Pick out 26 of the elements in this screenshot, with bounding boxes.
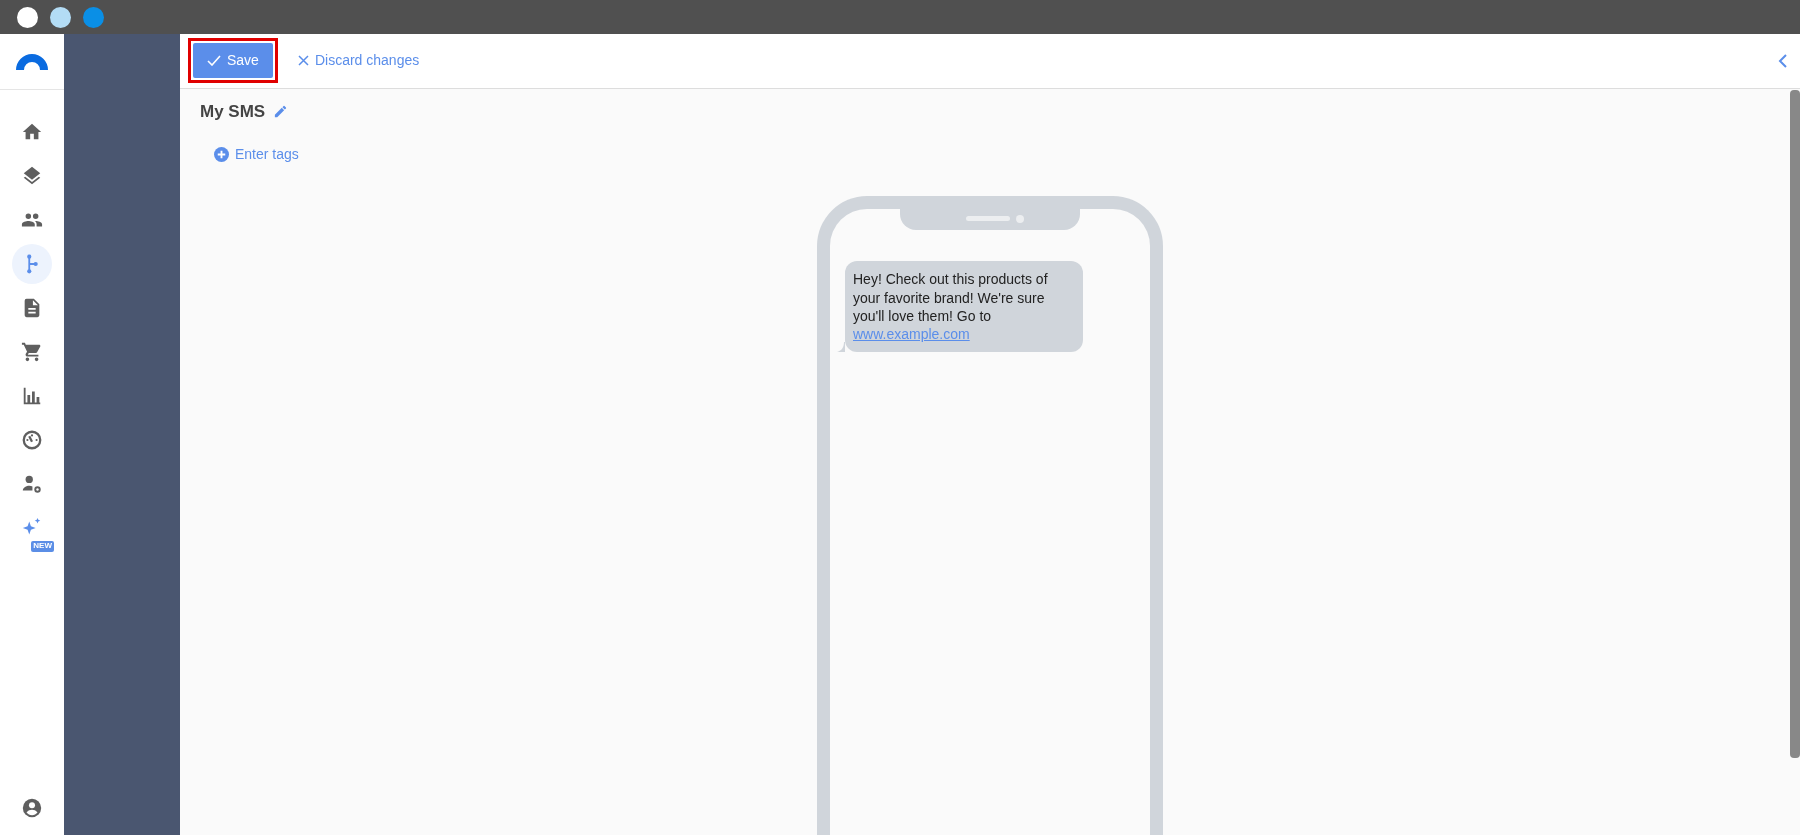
user-settings-icon <box>21 473 43 495</box>
check-icon <box>207 55 221 67</box>
pencil-icon[interactable] <box>273 104 289 120</box>
layers-icon <box>21 165 43 187</box>
window-control-dot[interactable] <box>50 6 71 28</box>
nav-item[interactable] <box>12 244 52 284</box>
window-control-dot[interactable] <box>17 6 38 28</box>
logo[interactable] <box>16 53 48 70</box>
new-badge: NEW <box>31 541 54 552</box>
cart-icon <box>21 341 43 363</box>
speaker-icon <box>966 215 1026 224</box>
message-title: My SMS <box>200 100 266 123</box>
collapse-chevron-icon[interactable] <box>1778 53 1788 68</box>
account-icon[interactable] <box>21 796 43 819</box>
bubble-tail <box>837 342 845 353</box>
close-icon <box>297 55 309 67</box>
save-button[interactable]: Save <box>193 43 273 79</box>
message-link[interactable]: www.example.com <box>853 325 970 342</box>
chart-icon <box>21 385 43 407</box>
enter-tags-link[interactable]: Enter tags <box>210 140 303 170</box>
plus-circle-icon <box>214 147 229 163</box>
window-control-dot[interactable] <box>83 6 104 28</box>
scrollbar[interactable] <box>1790 90 1800 758</box>
message-bubble: Hey! Check out this products of your favorite brand! We're sure you'll love them! Go to www.example.com <box>845 261 1083 353</box>
gauge-icon <box>21 429 43 451</box>
discard-changes-link[interactable]: Discard changes <box>293 46 424 76</box>
